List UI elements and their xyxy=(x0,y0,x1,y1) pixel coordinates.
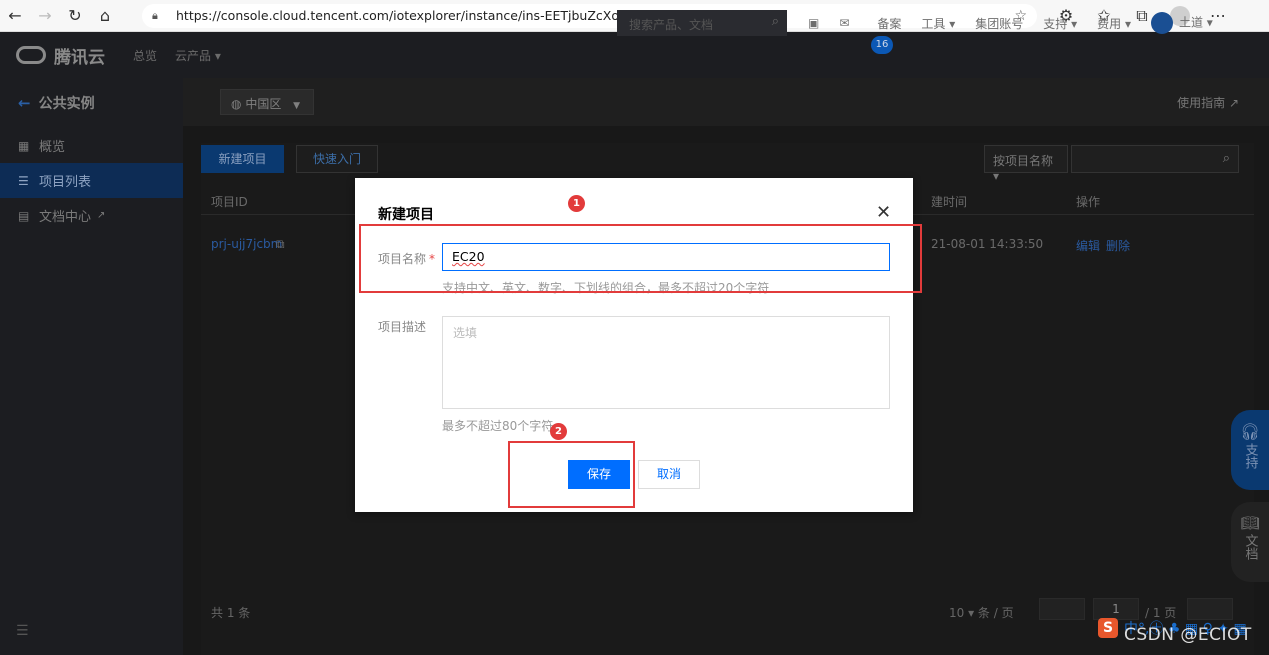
column-created-time: 建时间 xyxy=(931,195,968,209)
notification-badge: 16 xyxy=(871,36,893,54)
quick-start-button[interactable]: 快速入门 xyxy=(296,145,378,173)
user-menu[interactable]: 土道 ▾ xyxy=(1150,12,1213,34)
copy-icon[interactable]: ⧉ xyxy=(276,237,285,252)
external-link-icon: ↗ xyxy=(97,210,106,221)
project-desc-textarea[interactable]: 选填 xyxy=(442,316,890,409)
project-id-link[interactable]: prj-ujj7jcbm xyxy=(211,237,282,251)
headset-icon: 🎧︎ xyxy=(1239,422,1261,441)
support-float-button[interactable]: 🎧︎ 支持 xyxy=(1231,410,1269,490)
total-count: 共 1 条 xyxy=(211,606,251,620)
grid-icon: ▦ xyxy=(18,138,30,153)
back-arrow-icon[interactable]: ← xyxy=(18,94,31,112)
forward-icon[interactable]: → xyxy=(30,1,60,31)
nav-overview[interactable]: 总览 xyxy=(133,47,157,64)
cancel-button[interactable]: 取消 xyxy=(638,460,700,489)
book-icon: 📖︎ xyxy=(1240,514,1260,532)
tencent-cloud-logo[interactable]: 腾讯云 xyxy=(16,43,105,68)
search-icon[interactable]: ⌕ xyxy=(772,14,779,29)
nav-group-account[interactable]: 集团账号 xyxy=(975,15,1023,32)
page-size-select[interactable]: 10 ▾ 条 / 页 xyxy=(949,604,1014,621)
avatar xyxy=(1150,12,1173,34)
sidebar-item-overview[interactable]: ▦ 概览 xyxy=(0,128,183,163)
sidebar-title-text: 公共实例 xyxy=(38,96,95,112)
sidebar-title[interactable]: ← 公共实例 xyxy=(0,78,183,128)
table-footer: 共 1 条 10 ▾ 条 / 页 1 / 1 页 xyxy=(201,595,1254,625)
cloud-icon xyxy=(16,46,46,64)
shop-icon[interactable]: ▣ xyxy=(808,16,819,30)
home-icon[interactable]: ⌂ xyxy=(90,1,120,31)
sidebar-item-label: 文档中心 xyxy=(39,210,92,225)
dialog-title: 新建项目 xyxy=(378,207,434,223)
docs-float-button[interactable]: 📖︎ 文档 xyxy=(1231,502,1269,582)
refresh-icon[interactable]: ↻ xyxy=(60,1,90,31)
annotation-badge-1: 1 xyxy=(568,195,585,212)
collapse-menu-icon[interactable]: ☰ xyxy=(16,623,29,639)
guide-label: 使用指南 xyxy=(1177,96,1226,110)
search-field-select[interactable]: 按项目名称 ▾ xyxy=(984,145,1068,183)
external-link-icon: ↗ xyxy=(1228,96,1239,110)
search-icon[interactable]: ⌕ xyxy=(1223,151,1230,166)
close-icon[interactable]: ✕ xyxy=(876,202,891,223)
first-prev-buttons[interactable] xyxy=(1039,598,1085,620)
new-project-button[interactable]: 新建项目 xyxy=(201,145,284,173)
project-desc-label: 项目描述 xyxy=(378,320,427,334)
annotation-box-name xyxy=(359,224,922,293)
console-search-input[interactable]: 搜索产品、文档 ⌕ xyxy=(617,10,787,36)
desc-placeholder: 选填 xyxy=(453,326,478,340)
docs-label: 文档 xyxy=(1242,534,1258,560)
lock-icon: 🔒︎ xyxy=(152,8,158,22)
nav-billing[interactable]: 费用 ▾ xyxy=(1097,15,1131,32)
column-project-id: 项目ID xyxy=(211,195,248,209)
nav-tools[interactable]: 工具 ▾ xyxy=(921,15,955,32)
nav-products[interactable]: 云产品 ▾ xyxy=(175,47,221,64)
sogou-icon: S xyxy=(1098,618,1118,638)
delete-link[interactable]: 删除 xyxy=(1106,237,1130,254)
annotation-box-save xyxy=(508,441,635,508)
sidebar: ← 公共实例 ▦ 概览 ☰ 项目列表 ▤ 文档中心 ↗ ☰ xyxy=(0,78,183,655)
search-placeholder: 搜索产品、文档 xyxy=(629,18,714,32)
region-bar: ◍ 中国区 ▼ 使用指南 ↗ xyxy=(183,78,1269,126)
nav-filing[interactable]: 备案 xyxy=(877,15,901,32)
chevron-down-icon: ▼ xyxy=(293,101,301,111)
usage-guide-link[interactable]: 使用指南 ↗ xyxy=(1177,94,1239,111)
created-time: 21-08-01 14:33:50 xyxy=(931,237,1044,251)
region-select[interactable]: ◍ 中国区 ▼ xyxy=(220,89,314,115)
url-text: https://console.cloud.tencent.com/iotexp… xyxy=(176,8,619,23)
nav-support[interactable]: 支持 ▾ xyxy=(1043,15,1077,32)
list-icon: ☰ xyxy=(18,173,29,188)
globe-icon: ◍ xyxy=(231,97,242,111)
sidebar-item-label: 项目列表 xyxy=(39,175,92,190)
brand-name: 腾讯云 xyxy=(54,47,105,68)
support-label: 支持 xyxy=(1242,443,1258,469)
sidebar-item-label: 概览 xyxy=(39,140,66,155)
region-label: 中国区 xyxy=(245,97,282,111)
edit-link[interactable]: 编辑 xyxy=(1076,237,1100,254)
project-search-input[interactable]: ⌕ xyxy=(1071,145,1239,173)
csdn-watermark: CSDN @ECIOT xyxy=(1124,625,1252,645)
user-name: 土道 ▾ xyxy=(1178,15,1213,30)
annotation-badge-2: 2 xyxy=(550,423,567,440)
doc-icon: ▤ xyxy=(18,208,30,223)
project-desc-hint: 最多不超过80个字符 xyxy=(442,419,554,433)
back-icon[interactable]: ← xyxy=(0,1,30,31)
sidebar-item-projects[interactable]: ☰ 项目列表 xyxy=(0,163,183,198)
sidebar-item-docs[interactable]: ▤ 文档中心 ↗ xyxy=(0,198,183,233)
mail-icon[interactable]: ✉ xyxy=(839,16,849,30)
column-actions: 操作 xyxy=(1076,195,1101,209)
